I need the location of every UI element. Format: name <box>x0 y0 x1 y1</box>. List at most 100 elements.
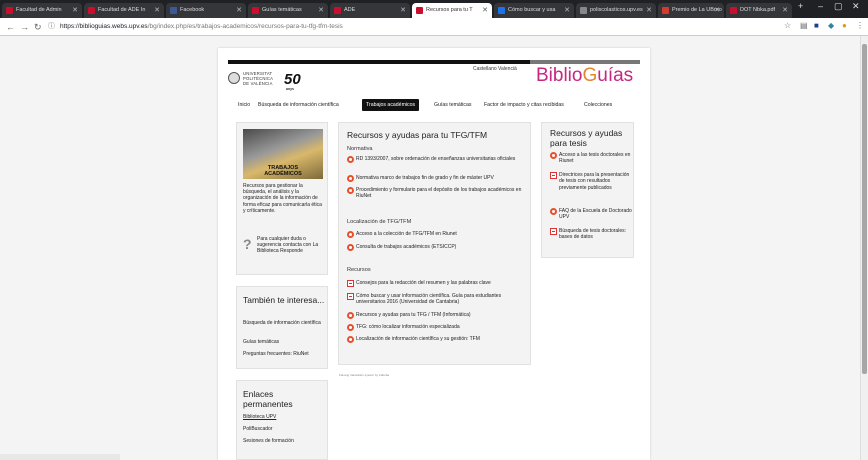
resource-link[interactable]: Localización de información científica y… <box>347 336 527 343</box>
menu-item-guias[interactable]: Guías temáticas <box>434 99 471 111</box>
favicon-icon <box>730 7 737 14</box>
permalinks-box: Enlaces permanentes Biblioteca UPV PoliB… <box>236 380 328 460</box>
resource-icon <box>347 156 354 163</box>
resource-link-text: RD 1393/2007, sobre ordenación de enseña… <box>356 156 516 162</box>
browser-tab[interactable]: Premio de La UBrno ✕ <box>658 3 724 18</box>
header-stripe-grey <box>530 60 640 64</box>
resource-link[interactable]: Consulta de trabajos académicos (ETSICCP… <box>347 244 527 251</box>
minimize-button[interactable]: – <box>818 0 823 12</box>
language-switcher: Castellano Valencià <box>473 66 517 72</box>
info-icon[interactable]: ⓘ <box>48 21 55 33</box>
browser-tab[interactable]: DOT Nbka.pdf ✕ <box>726 3 792 18</box>
profile-icon[interactable]: ● <box>842 22 850 30</box>
resource-link[interactable]: Normativa marco de trabajos fin de grado… <box>347 175 527 182</box>
extension-icon[interactable]: ■ <box>814 22 822 30</box>
lang-castellano-link[interactable]: Castellano <box>473 66 497 72</box>
menu-item-colecciones[interactable]: Colecciones <box>584 99 612 111</box>
lang-valencia-link[interactable]: Valencià <box>498 66 517 72</box>
resource-icon <box>347 336 354 343</box>
thesis-resources-box: Recursos y ayudas para tesis Acceso a la… <box>541 122 634 258</box>
resource-icon <box>347 324 354 331</box>
close-tab-icon[interactable]: ✕ <box>782 3 788 18</box>
back-arrow-icon[interactable]: ← <box>6 21 15 33</box>
section-heading: Localización de TFG/TFM <box>347 219 412 225</box>
resource-link[interactable]: Procedimiento y formulario para el depós… <box>347 187 527 200</box>
tab-title: Facultad de Admin <box>16 7 62 13</box>
browser-tab[interactable]: Facultad de Admin ✕ <box>2 3 82 18</box>
trabajos-banner-image: TRABAJOS ACADÉMICOS <box>243 129 323 179</box>
close-tab-icon[interactable]: ✕ <box>482 3 488 18</box>
main-title: Recursos y ayudas para tu TFG/TFM <box>347 130 488 140</box>
section-heading: Normativa <box>347 146 373 152</box>
thesis-link[interactable]: Búsqueda de tesis doctorales: bases de d… <box>550 228 632 241</box>
tab-title: Guías temáticas <box>262 7 302 13</box>
related-link[interactable]: Búsqueda de información científica <box>243 320 325 326</box>
thesis-link[interactable]: Acceso a las tesis doctorales en Riunet <box>550 152 632 165</box>
resource-link-text: TFG: cómo localizar información especial… <box>356 324 460 330</box>
url-field[interactable]: https://biblioguias.webs.upv.es/bg/index… <box>60 21 343 33</box>
close-tab-icon[interactable]: ✕ <box>318 3 324 18</box>
close-tab-icon[interactable]: ✕ <box>236 3 242 18</box>
section-heading: Recursos <box>347 267 371 273</box>
reload-icon[interactable]: ↻ <box>34 21 42 33</box>
resource-link[interactable]: Acceso a la colección de TFG/TFM en Riun… <box>347 231 527 238</box>
resource-link[interactable]: Consejos para la redacción del resumen y… <box>347 280 527 287</box>
biblioguias-logo[interactable]: BiblioGuías <box>536 65 633 87</box>
maximize-button[interactable]: ▢ <box>834 0 843 12</box>
thesis-link[interactable]: Directrices para la presentación de tesi… <box>550 172 632 191</box>
resource-link[interactable]: RD 1393/2007, sobre ordenación de enseña… <box>347 156 527 163</box>
resource-link[interactable]: Cómo buscar y usar información científic… <box>347 293 527 306</box>
resource-link[interactable]: Recursos y ayudas para tu TFG / TFM (Inf… <box>347 312 527 319</box>
upv-logo[interactable]: UNIVERSITAT POLITÈCNICA DE VALÈNCIA 50 a… <box>228 70 338 94</box>
related-box: También te interesa... Búsqueda de infor… <box>236 286 328 369</box>
contact-text[interactable]: Para cualquier duda o sugerencia contact… <box>257 236 323 255</box>
resource-link-text: Localización de información científica y… <box>356 336 480 342</box>
close-tab-icon[interactable]: ✕ <box>154 3 160 18</box>
anniversary-number: 50 <box>284 71 301 88</box>
menu-item-inicio[interactable]: Inicio <box>238 99 250 111</box>
menu-item-factor[interactable]: Factor de impacto y citas recibidas <box>484 99 564 111</box>
close-tab-icon[interactable]: ✕ <box>564 3 570 18</box>
resource-icon <box>550 208 557 215</box>
menu-item-trabajos[interactable]: Trabajos académicos <box>362 99 420 111</box>
close-tab-icon[interactable]: ✕ <box>400 3 406 18</box>
favicon-icon <box>88 7 95 14</box>
browser-tab[interactable]: ADE ✕ <box>330 3 410 18</box>
favicon-icon <box>662 7 669 14</box>
new-tab-button[interactable]: + <box>798 0 803 12</box>
brand-uias: uías <box>597 65 634 86</box>
close-tab-icon[interactable]: ✕ <box>646 3 652 18</box>
star-icon[interactable]: ☆ <box>784 22 792 30</box>
extension-icon[interactable]: ◆ <box>828 22 836 30</box>
extension-icon[interactable]: ▤ <box>800 22 808 30</box>
permalink[interactable]: Biblioteca UPV <box>243 414 325 420</box>
browser-tab-active[interactable]: Recursos para tu T ✕ <box>412 3 492 18</box>
forward-arrow-icon[interactable]: → <box>20 21 29 33</box>
sidebar-description: Recursos para gestionar la búsqueda, el … <box>243 183 322 214</box>
browser-tab[interactable]: poliscolasticos.upv.es ✕ <box>576 3 656 18</box>
related-link[interactable]: Preguntas frecuentes: RiuNet <box>243 351 325 357</box>
vertical-scrollbar[interactable] <box>860 36 868 460</box>
scrollbar-thumb[interactable] <box>862 44 867 374</box>
browser-tab[interactable]: Facultad de ADE In ✕ <box>84 3 164 18</box>
pdf-icon <box>347 293 354 300</box>
browser-tab[interactable]: Cómo buscar y usa ✕ <box>494 3 574 18</box>
banner-title-line: ACADÉMICOS <box>264 171 302 177</box>
university-crest-icon <box>228 72 240 84</box>
thesis-link[interactable]: FAQ de la Escuela de Doctorado UPV <box>550 208 632 221</box>
pdf-icon <box>550 172 557 179</box>
resource-link[interactable]: TFG: cómo localizar información especial… <box>347 324 527 331</box>
favicon-icon <box>580 7 587 14</box>
close-tab-icon[interactable]: ✕ <box>72 3 78 18</box>
tab-title: Cómo buscar y usa <box>508 7 556 13</box>
resource-icon <box>347 244 354 251</box>
related-link[interactable]: Guías temáticas <box>243 339 325 345</box>
close-window-button[interactable]: ✕ <box>852 0 860 12</box>
menu-item-busqueda[interactable]: Búsqueda de información científica <box>258 99 339 111</box>
close-tab-icon[interactable]: ✕ <box>714 3 720 18</box>
permalink[interactable]: Sesiones de formación <box>243 438 325 444</box>
menu-dots-icon[interactable]: ⋮ <box>856 22 864 30</box>
browser-tab[interactable]: Guías temáticas ✕ <box>248 3 328 18</box>
permalink[interactable]: PoliBuscador <box>243 426 325 432</box>
browser-tab[interactable]: Facebook ✕ <box>166 3 246 18</box>
